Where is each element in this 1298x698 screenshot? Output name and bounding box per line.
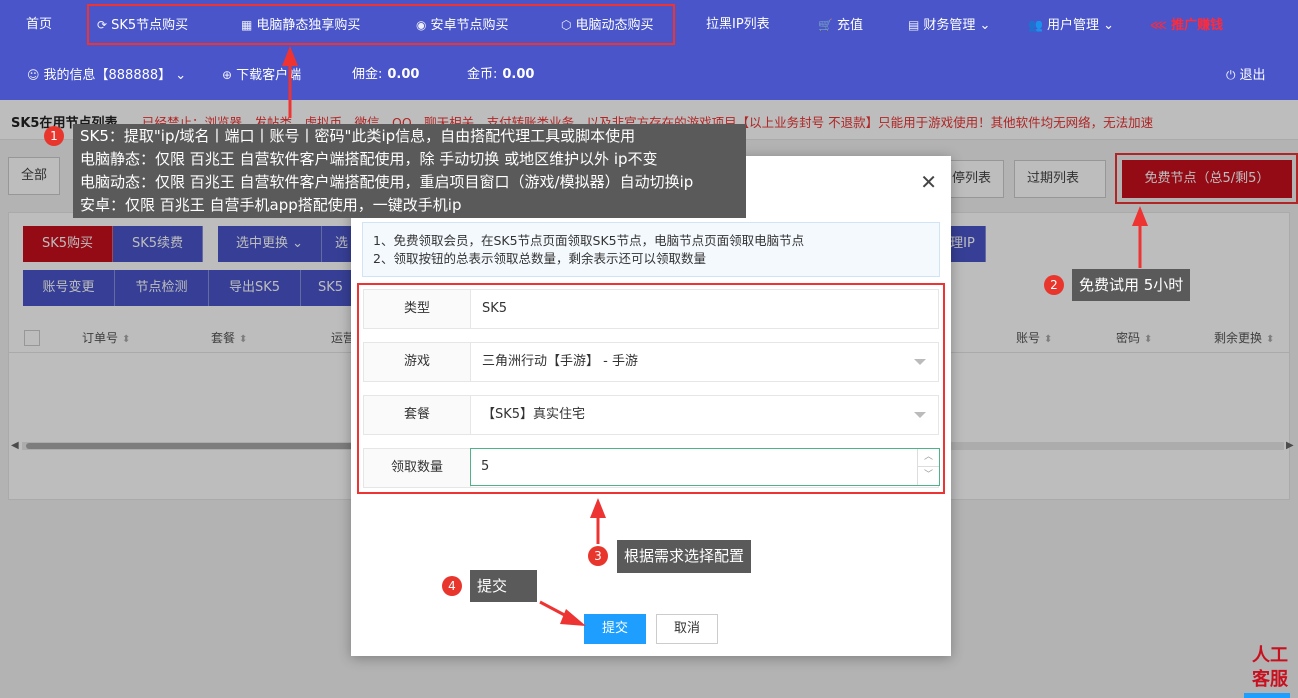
annotation-1-line-3: 电脑动态：仅限 百兆王 自营软件客户端搭配使用，重启项目窗口（游戏/模拟器）自动… <box>80 173 694 191</box>
nav-promo[interactable]: ⋘ 推广赚钱 <box>1150 0 1223 50</box>
chevron-down-icon: ⌄ <box>175 68 187 83</box>
users-icon: 👥 <box>1028 18 1043 32</box>
nav-home[interactable]: 首页 <box>26 0 52 50</box>
annotation-1: SK5：提取"ip/域名丨端口丨账号丨密码"此类ip信息，自由搭配代理工具或脚本… <box>73 124 746 218</box>
nav-sk5-buy[interactable]: ⟳ SK5节点购买 <box>97 0 188 50</box>
nav-android-label: 安卓节点购买 <box>430 18 509 33</box>
close-icon[interactable]: ✕ <box>920 170 937 194</box>
commission-display: 佣金: 0.00 <box>352 50 419 100</box>
refresh-icon: ⟳ <box>97 18 108 32</box>
nav-blacklist-label: 拉黑IP列表 <box>706 17 770 32</box>
commission-label: 佣金: <box>352 67 383 82</box>
annotation-4: 提交 <box>470 570 537 602</box>
customer-service-bar[interactable] <box>1244 693 1290 698</box>
nav-blacklist[interactable]: 拉黑IP列表 <box>706 0 770 50</box>
annotation-1-line-2: 电脑静态：仅限 百兆王 自营软件客户端搭配使用，除 手动切换 或地区维护以外 i… <box>80 150 658 168</box>
nav-logout[interactable]: ⏻ 退出 <box>1226 50 1266 100</box>
annotation-1-line-1: SK5：提取"ip/域名丨端口丨账号丨密码"此类ip信息，自由搭配代理工具或脚本… <box>80 127 636 145</box>
annotation-2: 免费试用 5小时 <box>1072 269 1191 301</box>
nav-download-label: 下载客户端 <box>236 68 302 83</box>
commission-value: 0.00 <box>387 67 420 82</box>
game-label: 游戏 <box>364 343 471 381</box>
nav-finance-label: 财务管理 <box>923 18 976 33</box>
annotation-1-badge: 1 <box>44 126 64 146</box>
chevron-down-icon: ⌄ <box>1103 18 1115 33</box>
quantity-value: 5 <box>481 459 490 474</box>
nav-finance[interactable]: ▤ 财务管理 ⌄ <box>908 0 990 50</box>
customer-service-widget[interactable]: 人工 客服 <box>1250 644 1290 692</box>
free-node-dialog: ✕ 1、免费领取会员，在SK5节点页面领取SK5节点，电脑节点页面领取电脑节点 … <box>351 156 951 656</box>
annotation-3: 根据需求选择配置 <box>617 540 752 573</box>
chevron-up-icon[interactable]: ︿ <box>918 449 939 467</box>
customer-service-line-2: 客服 <box>1252 669 1288 690</box>
plan-select[interactable]: 【SK5】真实住宅 <box>482 396 585 434</box>
customer-service-line-1: 人工 <box>1252 645 1288 666</box>
download-icon: ⊕ <box>222 68 233 82</box>
nav-android[interactable]: ◉ 安卓节点购买 <box>416 0 509 50</box>
chevron-down-icon[interactable] <box>914 412 926 418</box>
plan-label: 套餐 <box>364 396 471 434</box>
nav-row-primary: 首页 ⟳ SK5节点购买 ▦ 电脑静态独享购买 ◉ 安卓节点购买 ⬡ 电脑动态购买 拉黑… <box>0 0 1298 50</box>
nav-pc-static[interactable]: ▦ 电脑静态独享购买 <box>241 0 360 50</box>
android-icon: ◉ <box>416 18 427 32</box>
nav-users[interactable]: 👥 用户管理 ⌄ <box>1028 0 1114 50</box>
cart-icon: 🛒 <box>818 18 833 32</box>
nav-my-info[interactable]: ☺ 我的信息【888888】 ⌄ <box>27 50 186 100</box>
dialog-tip: 1、免费领取会员，在SK5节点页面领取SK5节点，电脑节点页面领取电脑节点 2、… <box>362 222 940 277</box>
coins-value: 0.00 <box>502 67 535 82</box>
nav-recharge[interactable]: 🛒 充值 <box>818 0 863 50</box>
coins-display: 金币: 0.00 <box>467 50 534 100</box>
annotation-4-badge: 4 <box>442 576 462 596</box>
quantity-label: 领取数量 <box>364 449 471 487</box>
form-row-plan[interactable]: 套餐 【SK5】真实住宅 <box>363 395 939 435</box>
power-icon: ⏻ <box>1226 68 1236 82</box>
game-select[interactable]: 三角洲行动【手游】 - 手游 <box>482 343 638 381</box>
coins-label: 金币: <box>467 67 498 82</box>
nav-row-secondary: ☺ 我的信息【888888】 ⌄ ⊕ 下载客户端 佣金: 0.00 金币: 0.00 ⏻… <box>0 50 1298 100</box>
quantity-stepper[interactable]: 5 ︿ ﹀ <box>470 448 940 486</box>
chevron-down-icon: ⌄ <box>979 18 991 33</box>
nav-promo-label: 推广赚钱 <box>1171 18 1224 33</box>
form-row-type: 类型 SK5 <box>363 289 939 329</box>
share-icon: ⋘ <box>1150 18 1168 32</box>
top-navigation: 首页 ⟳ SK5节点购买 ▦ 电脑静态独享购买 ◉ 安卓节点购买 ⬡ 电脑动态购买 拉黑… <box>0 0 1298 100</box>
nav-users-label: 用户管理 <box>1046 18 1099 33</box>
tip-line-1: 1、免费领取会员，在SK5节点页面领取SK5节点，电脑节点页面领取电脑节点 <box>373 233 805 248</box>
annotation-2-badge: 2 <box>1044 275 1064 295</box>
nav-sk5-buy-label: SK5节点购买 <box>111 18 189 33</box>
nav-recharge-label: 充值 <box>836 18 863 33</box>
submit-button[interactable]: 提交 <box>584 614 646 644</box>
annotation-3-badge: 3 <box>588 546 608 566</box>
nav-pc-dynamic[interactable]: ⬡ 电脑动态购买 <box>561 0 654 50</box>
nav-logout-label: 退出 <box>1239 68 1266 83</box>
user-icon: ☺ <box>27 68 40 82</box>
nav-pc-dynamic-label: 电脑动态购买 <box>575 18 654 33</box>
cube-icon: ⬡ <box>561 18 572 32</box>
tip-line-2: 2、领取按钮的总表示领取总数量，剩余表示还可以领取数量 <box>373 251 706 266</box>
form-row-game[interactable]: 游戏 三角洲行动【手游】 - 手游 <box>363 342 939 382</box>
nav-home-label: 首页 <box>26 17 53 32</box>
annotation-1-line-4: 安卓：仅限 百兆王 自营手机app搭配使用，一键改手机ip <box>80 196 462 214</box>
nav-download[interactable]: ⊕ 下载客户端 <box>222 50 301 100</box>
nav-pc-static-label: 电脑静态独享购买 <box>256 18 361 33</box>
chevron-down-icon[interactable]: ﹀ <box>918 467 939 484</box>
type-label: 类型 <box>364 290 471 328</box>
stepper-controls: ︿ ﹀ <box>917 449 939 485</box>
calculator-icon: ▤ <box>908 18 920 32</box>
nav-my-info-label: 我的信息【888888】 <box>43 68 172 83</box>
cancel-button[interactable]: 取消 <box>656 614 718 644</box>
windows-icon: ▦ <box>241 18 253 32</box>
chevron-down-icon[interactable] <box>914 359 926 365</box>
type-value: SK5 <box>482 301 508 316</box>
